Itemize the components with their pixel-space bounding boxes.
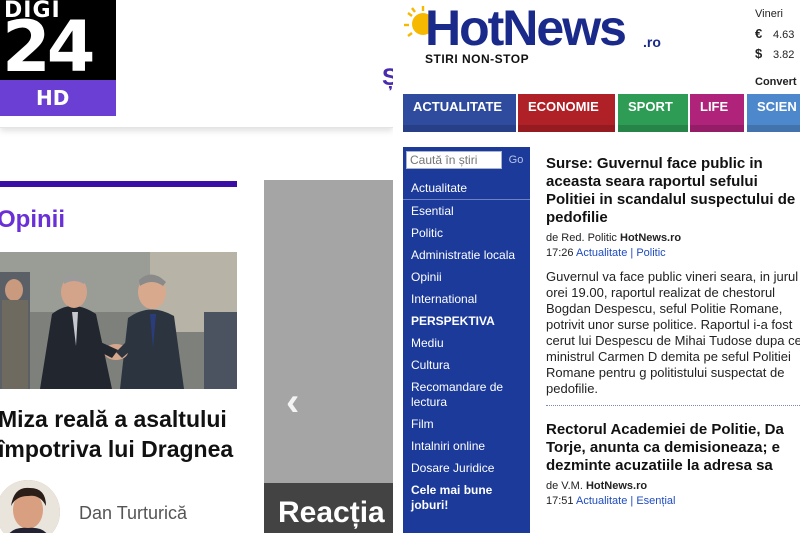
story-author: de V.M.	[546, 480, 583, 492]
tab-actualitate[interactable]: ACTUALITATE	[403, 94, 516, 132]
story-time: 17:51	[546, 495, 574, 507]
sidebar-item-administratie-locala[interactable]: Administratie locala	[403, 244, 530, 266]
tab-economie[interactable]: ECONOMIE	[518, 94, 615, 132]
author-avatar[interactable]	[0, 480, 60, 533]
author-name[interactable]: Dan Turturică	[79, 503, 187, 524]
sidebar-item-esential[interactable]: Esential	[403, 200, 530, 222]
euro-icon: €	[755, 26, 763, 41]
digi24-menu-item[interactable]: Ș	[382, 64, 393, 92]
exchange-day: Vineri	[755, 8, 783, 20]
sidebar-item-actualitate[interactable]: Actualitate	[403, 177, 530, 200]
digi24-logo[interactable]: DIGI 24 HD	[0, 0, 116, 116]
tab-science[interactable]: SCIEN	[747, 94, 800, 132]
story-category-separator: |	[630, 495, 634, 507]
sidebar-item-joburi[interactable]: Cele mai bune joburi!	[403, 479, 530, 516]
sidebar-item-cultura[interactable]: Cultura	[403, 354, 530, 376]
digi24-page: DIGI 24 HD Ș Opinii Miza reală a asaltul…	[0, 0, 393, 533]
tab-sport[interactable]: SPORT	[618, 94, 688, 132]
story-category-link[interactable]: Actualitate	[576, 247, 627, 259]
exchange-value: 3.82	[773, 49, 795, 61]
hotnews-tagline: STIRI NON-STOP	[425, 52, 530, 66]
hotnews-tld: .ro	[643, 34, 661, 50]
exchange-row-eur: €4.63	[755, 26, 794, 41]
hotnews-wordmark: HotNews	[425, 0, 627, 56]
story-category-separator: |	[630, 247, 634, 259]
sidebar-item-recomandare-de-lectura[interactable]: Recomandare de lectura	[403, 376, 530, 413]
handshake-photo	[0, 252, 237, 389]
sidebar-item-intalniri-online[interactable]: Intalniri online	[403, 435, 530, 457]
main-nav: ACTUALITATE ECONOMIE SPORT LIFE SCIEN	[403, 94, 800, 132]
digi24-header: DIGI 24 HD Ș	[0, 0, 393, 128]
story-body: Guvernul va face public vineri seara, in…	[546, 269, 800, 396]
sidebar: Go Actualitate Esential Politic Administ…	[403, 147, 530, 533]
story-separator	[546, 405, 800, 406]
section-title[interactable]: Opinii	[0, 206, 65, 234]
chevron-left-icon[interactable]: ‹	[286, 380, 299, 425]
hotnews-page: HotNews .ro STIRI NON-STOP Vineri €4.63 …	[403, 0, 800, 533]
story-source: HotNews.ro	[585, 480, 648, 492]
news-story: Rectorul Academiei de Politie, Da Torje,…	[546, 421, 800, 507]
sidebar-item-international[interactable]: International	[403, 288, 530, 310]
author-avatar-image	[0, 480, 60, 533]
sidebar-menu: Actualitate Esential Politic Administrat…	[403, 177, 530, 516]
article-headline[interactable]: Miza reală a asaltului împotriva lui Dra…	[0, 404, 243, 464]
search-input[interactable]	[406, 151, 502, 169]
screen-divider	[393, 0, 403, 533]
news-feed: Surse: Guvernul face public in aceasta s…	[546, 155, 800, 507]
exchange-value: 4.63	[773, 29, 795, 41]
sidebar-item-film[interactable]: Film	[403, 413, 530, 435]
story-source: HotNews.ro	[620, 232, 682, 244]
story-title[interactable]: Rectorul Academiei de Politie, Da Torje,…	[546, 421, 800, 475]
dollar-icon: $	[755, 46, 763, 61]
digi24-logo-hd-badge: HD	[0, 80, 116, 116]
tab-life[interactable]: LIFE	[690, 94, 744, 132]
sidebar-item-mediu[interactable]: Mediu	[403, 332, 530, 354]
story-author: de Red. Politic	[546, 232, 617, 244]
exchange-row-usd: $3.82	[755, 46, 794, 61]
section-divider	[0, 181, 237, 187]
featured-carousel[interactable]: ‹ Reacția	[264, 180, 393, 533]
news-story: Surse: Guvernul face public in aceasta s…	[546, 155, 800, 406]
carousel-caption[interactable]: Reacția	[278, 496, 385, 530]
story-category-link[interactable]: Politic	[636, 247, 665, 259]
sidebar-item-perspektiva[interactable]: PERSPEKTIVA	[403, 310, 530, 332]
story-byline: de V.M. HotNews.ro	[546, 480, 800, 492]
story-meta: 17:51 Actualitate | Esențial	[546, 495, 800, 507]
sidebar-item-dosare-juridice[interactable]: Dosare Juridice	[403, 457, 530, 479]
story-title[interactable]: Surse: Guvernul face public in aceasta s…	[546, 155, 800, 227]
digi24-logo-number: 24	[2, 6, 95, 88]
search-button[interactable]: Go	[504, 151, 528, 169]
sidebar-item-politic[interactable]: Politic	[403, 222, 530, 244]
story-time: 17:26	[546, 247, 574, 259]
hotnews-logo[interactable]: HotNews .ro STIRI NON-STOP	[403, 0, 753, 70]
currency-converter-link[interactable]: Convert	[755, 76, 797, 88]
story-meta: 17:26 Actualitate | Politic	[546, 247, 800, 259]
article-photo[interactable]	[0, 252, 237, 389]
story-category-link[interactable]: Esențial	[636, 495, 675, 507]
story-byline: de Red. Politic HotNews.ro	[546, 232, 800, 244]
story-category-link[interactable]: Actualitate	[576, 495, 627, 507]
sidebar-item-opinii[interactable]: Opinii	[403, 266, 530, 288]
